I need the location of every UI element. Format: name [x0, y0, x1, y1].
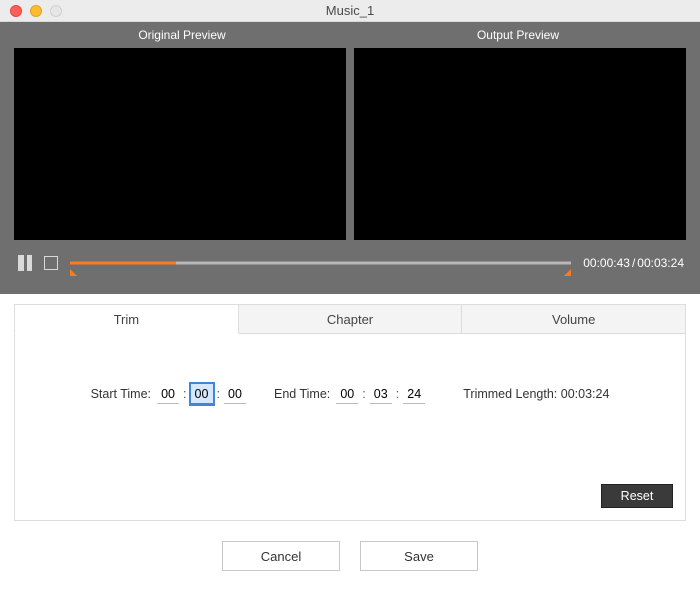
- colon: :: [183, 387, 186, 401]
- colon: :: [362, 387, 365, 401]
- original-preview-label: Original Preview: [14, 22, 350, 48]
- titlebar: Music_1: [0, 0, 700, 22]
- trimmed-length-group: Trimmed Length: 00:03:24: [463, 387, 609, 401]
- window-title: Music_1: [0, 3, 700, 18]
- close-icon[interactable]: [10, 5, 22, 17]
- start-time-group: Start Time: : :: [91, 384, 246, 404]
- timecode: 00:00:43/00:03:24: [583, 256, 684, 270]
- trim-row: Start Time: : : End Time: :: [15, 384, 685, 404]
- colon: :: [217, 387, 220, 401]
- tab-trim[interactable]: Trim: [14, 304, 239, 334]
- end-time-label: End Time:: [274, 387, 330, 401]
- original-preview-video[interactable]: [14, 48, 346, 240]
- zoom-icon: [50, 5, 62, 17]
- output-preview-video[interactable]: [354, 48, 686, 240]
- time-total: 00:03:24: [637, 256, 684, 270]
- trim-end-marker[interactable]: [564, 269, 571, 276]
- timeline-scrubber[interactable]: [70, 256, 571, 270]
- end-ss-input[interactable]: [403, 384, 425, 404]
- output-preview-label: Output Preview: [350, 22, 686, 48]
- cancel-button[interactable]: Cancel: [222, 541, 340, 571]
- window-controls: [0, 5, 62, 17]
- playback-controls: 00:00:43/00:03:24: [14, 246, 686, 280]
- start-ss-input[interactable]: [224, 384, 246, 404]
- trim-start-marker[interactable]: [70, 269, 77, 276]
- colon: :: [396, 387, 399, 401]
- editor-window: Music_1 Original Preview Output Preview …: [0, 0, 700, 589]
- end-time-group: End Time: : :: [274, 384, 425, 404]
- preview-area: Original Preview Output Preview 00:00:43…: [0, 22, 700, 294]
- end-hh-input[interactable]: [336, 384, 358, 404]
- editor-panel: Trim Chapter Volume Start Time: : : End: [0, 294, 700, 589]
- footer-buttons: Cancel Save: [14, 541, 686, 571]
- tabs: Trim Chapter Volume: [14, 304, 686, 334]
- end-mm-input[interactable]: [370, 384, 392, 404]
- timeline-progress: [70, 262, 176, 265]
- tab-body-trim: Start Time: : : End Time: :: [14, 334, 686, 521]
- time-current: 00:00:43: [583, 256, 630, 270]
- start-hh-input[interactable]: [157, 384, 179, 404]
- tab-volume[interactable]: Volume: [462, 304, 686, 334]
- trimmed-length-label: Trimmed Length:: [463, 387, 557, 401]
- tab-chapter[interactable]: Chapter: [239, 304, 463, 334]
- reset-button[interactable]: Reset: [601, 484, 673, 508]
- stop-icon[interactable]: [44, 256, 58, 270]
- save-button[interactable]: Save: [360, 541, 478, 571]
- trimmed-length-value: 00:03:24: [561, 387, 610, 401]
- start-mm-input[interactable]: [191, 384, 213, 404]
- pause-icon[interactable]: [18, 255, 32, 271]
- start-time-label: Start Time:: [91, 387, 151, 401]
- minimize-icon[interactable]: [30, 5, 42, 17]
